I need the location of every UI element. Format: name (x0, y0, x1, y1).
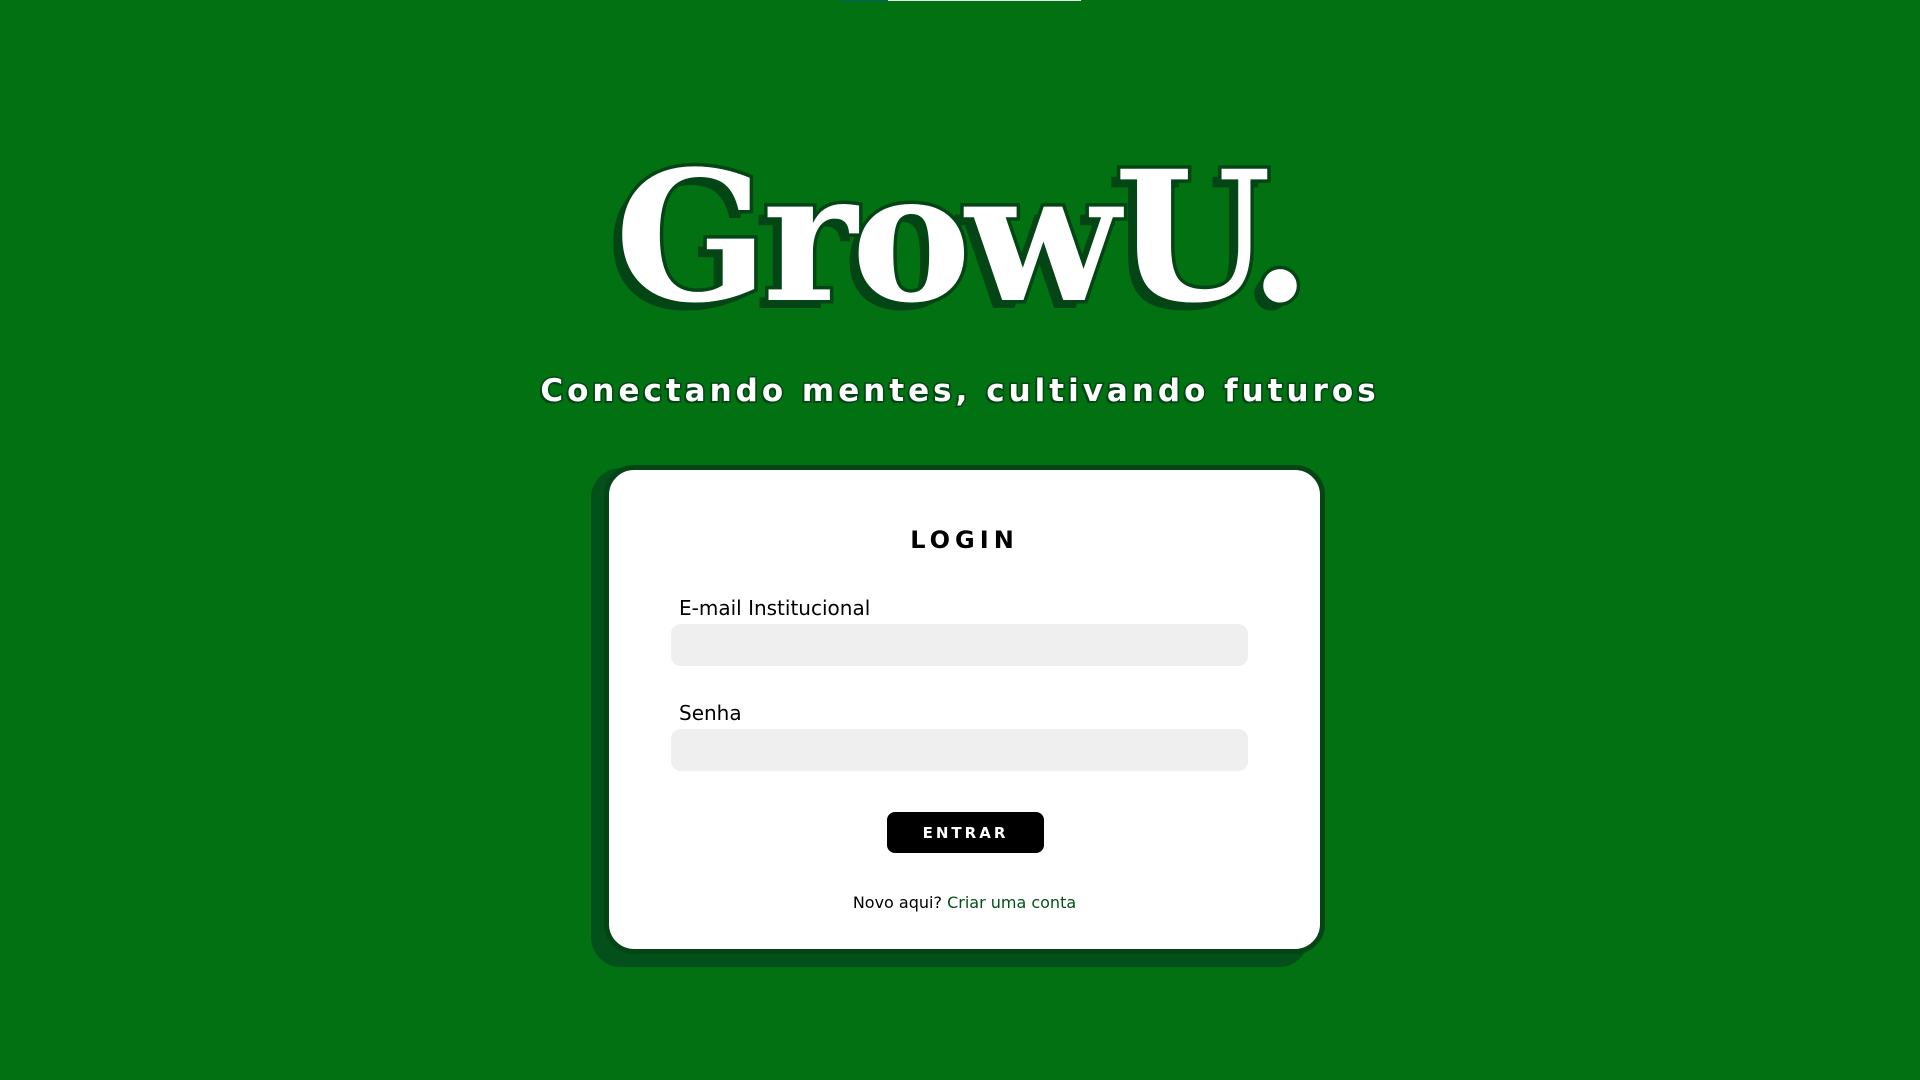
login-card: LOGIN E-mail Institucional Senha ENTRAR … (604, 465, 1325, 954)
email-field[interactable] (671, 624, 1248, 666)
password-field[interactable] (671, 729, 1248, 771)
loading-bar-segment (888, 0, 1081, 1)
login-button[interactable]: ENTRAR (887, 812, 1044, 853)
email-label: E-mail Institucional (679, 596, 871, 620)
signup-prompt: Novo aqui? (852, 893, 942, 912)
top-loading-bar (0, 0, 1920, 1)
password-label: Senha (679, 701, 742, 725)
create-account-link[interactable]: Criar uma conta (947, 893, 1076, 912)
brand-tagline: Conectando mentes, cultivando futuros (539, 372, 1380, 411)
brand-logo: GrowU. (611, 132, 1315, 343)
loading-bar-segment (840, 0, 888, 1)
signup-prompt-line: Novo aqui? Criar uma conta (609, 893, 1320, 912)
login-title: LOGIN (910, 526, 1019, 554)
